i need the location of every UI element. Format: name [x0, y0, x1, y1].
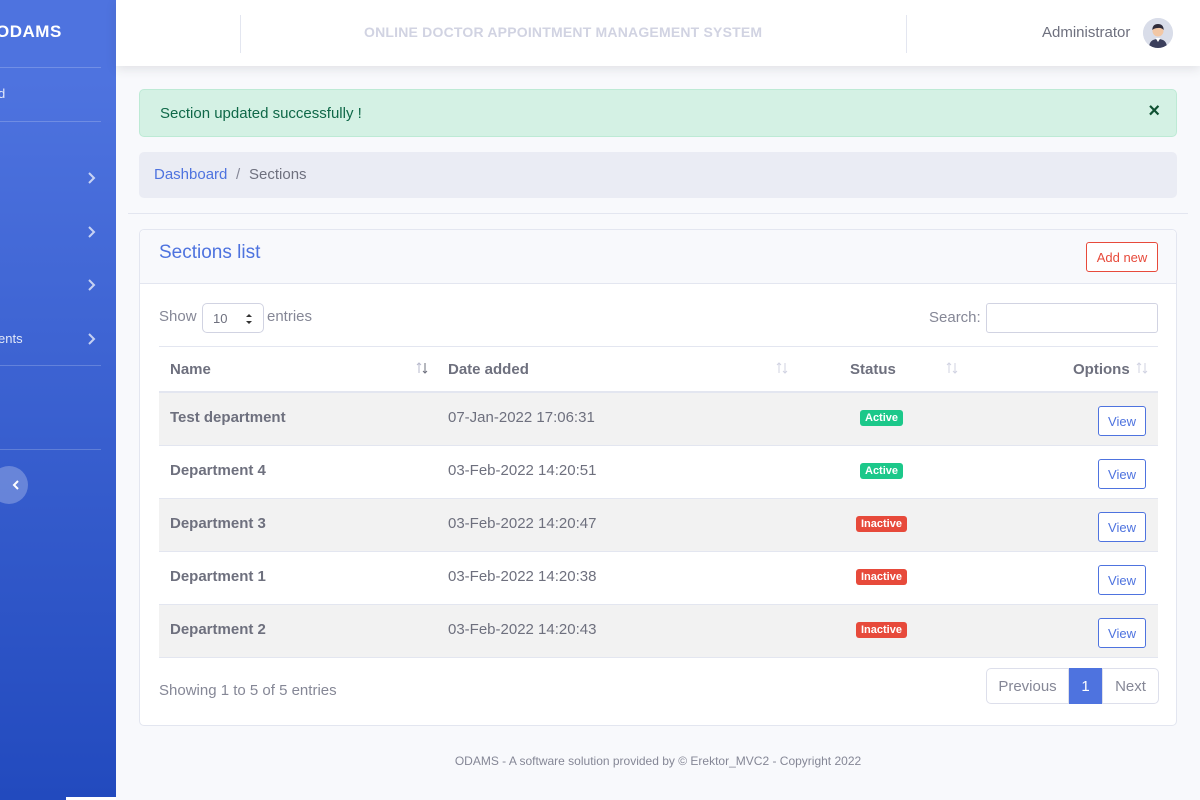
breadcrumb-current: Sections [249, 166, 307, 183]
sidebar-divider [0, 67, 101, 68]
sidebar-divider [0, 121, 101, 122]
user-name[interactable]: Administrator [1042, 24, 1130, 41]
sidebar-item-label: ents [0, 331, 23, 346]
sidebar-item-appointments[interactable]: ents [0, 329, 101, 349]
sidebar-item-1[interactable] [0, 168, 101, 188]
table-row: Department 4 03-Feb-2022 14:20:51 Active… [159, 446, 1158, 499]
cell-date: 03-Feb-2022 14:20:51 [448, 462, 597, 479]
pagination: Previous 1 Next [986, 668, 1159, 704]
table-header-row: Name Date added Status Options [159, 346, 1158, 393]
chevron-right-icon [88, 172, 96, 184]
status-badge: Inactive [856, 516, 907, 532]
user-avatar-icon[interactable] [1143, 18, 1173, 48]
view-button[interactable]: View [1098, 565, 1146, 595]
card-header: Sections list Add new [140, 230, 1176, 284]
sidebar: ODAMS d ents [0, 0, 116, 800]
view-button[interactable]: View [1098, 618, 1146, 648]
avatar-image [1143, 18, 1173, 48]
cell-name: Department 1 [170, 568, 266, 585]
entries-select-value: 10 [213, 311, 228, 326]
alert-message: Section updated successfully ! [160, 105, 362, 122]
chevron-right-icon [88, 226, 96, 238]
sidebar-divider [0, 365, 101, 366]
table-info: Showing 1 to 5 of 5 entries [159, 682, 337, 699]
cell-date: 03-Feb-2022 14:20:38 [448, 568, 597, 585]
show-label: Show [159, 308, 197, 325]
sidebar-item-dashboard[interactable]: d [0, 84, 101, 104]
search-label: Search: [929, 309, 981, 326]
table-row: Department 2 03-Feb-2022 14:20:43 Inacti… [159, 605, 1158, 658]
sidebar-toggle-button[interactable] [0, 466, 28, 504]
column-header-date[interactable]: Date added [448, 361, 529, 378]
chevron-right-icon [88, 333, 96, 345]
sort-icon[interactable] [945, 361, 959, 375]
column-header-status[interactable]: Status [850, 361, 896, 378]
sort-icon[interactable] [775, 361, 789, 375]
pagination-previous-button[interactable]: Previous [986, 668, 1069, 704]
select-arrows-icon [246, 314, 252, 324]
status-badge: Active [860, 463, 904, 479]
cell-date: 03-Feb-2022 14:20:43 [448, 621, 597, 638]
close-icon[interactable]: × [1148, 100, 1160, 123]
entries-label: entries [267, 308, 313, 325]
sections-card: Sections list Add new Show 10 entries Se… [139, 229, 1177, 726]
content-divider [128, 213, 1188, 214]
table-row: Test department 07-Jan-2022 17:06:31 Act… [159, 393, 1158, 446]
card-title: Sections list [159, 242, 261, 263]
system-title: ONLINE DOCTOR APPOINTMENT MANAGEMENT SYS… [364, 24, 763, 40]
table-row: Department 1 03-Feb-2022 14:20:38 Inacti… [159, 552, 1158, 605]
entries-select[interactable]: 10 [202, 303, 264, 333]
cell-name: Department 2 [170, 621, 266, 638]
breadcrumb-separator: / [236, 166, 241, 183]
table-row: Department 3 03-Feb-2022 14:20:47 Inacti… [159, 499, 1158, 552]
cell-name: Test department [170, 409, 286, 426]
topbar-divider [906, 15, 907, 53]
success-alert: Section updated successfully ! × [139, 89, 1177, 137]
status-badge: Active [860, 410, 904, 426]
sidebar-brand[interactable]: ODAMS [0, 22, 62, 42]
pagination-page-button[interactable]: 1 [1069, 668, 1102, 704]
cell-name: Department 4 [170, 462, 266, 479]
pagination-next-button[interactable]: Next [1102, 668, 1159, 704]
cell-date: 03-Feb-2022 14:20:47 [448, 515, 597, 532]
cell-name: Department 3 [170, 515, 266, 532]
sidebar-item-label: d [0, 86, 6, 101]
chevron-right-icon [88, 279, 96, 291]
chevron-left-icon [12, 480, 19, 490]
status-badge: Inactive [856, 622, 907, 638]
sort-icon[interactable] [1135, 361, 1149, 375]
topbar: ONLINE DOCTOR APPOINTMENT MANAGEMENT SYS… [116, 0, 1200, 66]
column-header-options[interactable]: Options [1073, 361, 1130, 378]
cell-date: 07-Jan-2022 17:06:31 [448, 409, 595, 426]
breadcrumb-dashboard-link[interactable]: Dashboard [154, 166, 227, 183]
footer: ODAMS - A software solution provided by … [454, 754, 862, 768]
add-new-button[interactable]: Add new [1086, 242, 1158, 272]
search-input[interactable] [986, 303, 1158, 333]
topbar-divider [240, 15, 241, 53]
column-header-name[interactable]: Name [170, 361, 211, 378]
sort-icon[interactable] [415, 361, 429, 375]
sidebar-divider [0, 449, 101, 450]
status-badge: Inactive [856, 569, 907, 585]
sidebar-item-3[interactable] [0, 275, 101, 295]
sidebar-item-2[interactable] [0, 222, 101, 242]
view-button[interactable]: View [1098, 512, 1146, 542]
breadcrumb: Dashboard / Sections [139, 152, 1177, 198]
view-button[interactable]: View [1098, 459, 1146, 489]
view-button[interactable]: View [1098, 406, 1146, 436]
